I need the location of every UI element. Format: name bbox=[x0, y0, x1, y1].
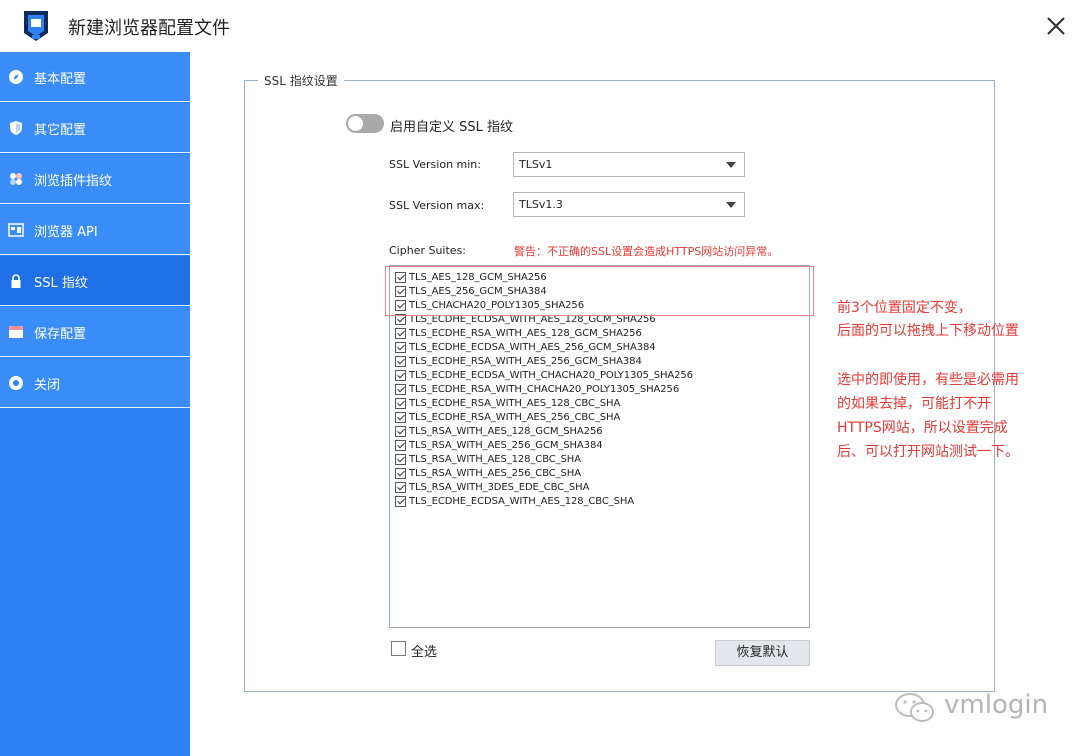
cipher-checkbox[interactable] bbox=[395, 342, 406, 353]
save-icon bbox=[9, 326, 23, 338]
ssl-version-min-value: TLSv1 bbox=[519, 158, 553, 171]
ssl-version-min-select[interactable]: TLSv1 bbox=[513, 152, 745, 177]
close-icon[interactable] bbox=[1040, 10, 1072, 42]
custom-ssl-toggle[interactable] bbox=[346, 114, 384, 133]
cipher-name: TLS_ECDHE_ECDSA_WITH_AES_128_GCM_SHA256 bbox=[409, 314, 656, 325]
cipher-name: TLS_RSA_WITH_3DES_EDE_CBC_SHA bbox=[409, 482, 590, 493]
sidebar-item-label: 浏览器 API bbox=[34, 225, 98, 240]
cipher-name: TLS_AES_128_GCM_SHA256 bbox=[409, 272, 547, 283]
ssl-version-min-label: SSL Version min: bbox=[389, 158, 481, 171]
cipher-name: TLS_AES_256_GCM_SHA384 bbox=[409, 286, 547, 297]
sidebar-item-basic[interactable]: 基本配置 bbox=[0, 52, 190, 102]
sidebar-item-label: 关闭 bbox=[34, 378, 61, 393]
plugin-icon bbox=[10, 173, 22, 185]
sidebar-item-other[interactable]: 其它配置 bbox=[0, 103, 190, 153]
sidebar-item-browser-api[interactable]: 浏览器 API bbox=[0, 205, 190, 255]
sidebar-item-label: 基本配置 bbox=[34, 72, 87, 87]
sidebar: 基本配置 其它配置 浏览插件指纹 浏览器 API SSL 指纹 保存配置 关闭 bbox=[0, 52, 190, 756]
cipher-checkbox[interactable] bbox=[395, 370, 406, 381]
shield-icon bbox=[10, 121, 22, 135]
cipher-checkbox[interactable] bbox=[395, 314, 406, 325]
cipher-name: TLS_CHACHA20_POLY1305_SHA256 bbox=[409, 300, 584, 311]
checkbox-box bbox=[391, 641, 406, 656]
cipher-checkbox[interactable] bbox=[395, 496, 406, 507]
cipher-name: TLS_ECDHE_ECDSA_WITH_CHACHA20_POLY1305_S… bbox=[409, 370, 693, 381]
select-all-label: 全选 bbox=[411, 645, 438, 660]
watermark-text: vmlogin bbox=[944, 690, 1049, 720]
cipher-checkbox[interactable] bbox=[395, 426, 406, 437]
annotation-line-4: 的如果去掉，可能打不开 bbox=[837, 396, 991, 412]
cipher-suites-label: Cipher Suites: bbox=[389, 244, 467, 257]
cipher-checkbox[interactable] bbox=[395, 384, 406, 395]
cipher-checkbox[interactable] bbox=[395, 300, 406, 311]
cipher-checkbox[interactable] bbox=[395, 286, 406, 297]
sidebar-item-label: 浏览插件指纹 bbox=[34, 174, 113, 189]
cipher-suites-list[interactable]: TLS_AES_128_GCM_SHA256 TLS_AES_256_GCM_SH… bbox=[389, 265, 810, 628]
sidebar-item-ssl-fingerprint[interactable]: SSL 指纹 bbox=[0, 256, 190, 306]
title-bar: 新建浏览器配置文件 bbox=[0, 0, 1080, 52]
cipher-name: TLS_ECDHE_ECDSA_WITH_AES_128_CBC_SHA bbox=[409, 496, 635, 507]
toggle-knob bbox=[348, 116, 363, 131]
chevron-down-icon bbox=[726, 162, 736, 168]
annotation-line-1: 前3个位置固定不变， bbox=[837, 300, 972, 316]
window-title: 新建浏览器配置文件 bbox=[68, 18, 230, 39]
cipher-checkbox[interactable] bbox=[395, 398, 406, 409]
sidebar-item-label: 其它配置 bbox=[34, 123, 87, 138]
cipher-name: TLS_RSA_WITH_AES_256_GCM_SHA384 bbox=[409, 440, 603, 451]
annotation-line-6: 后、可以打开网站测试一下。 bbox=[837, 444, 1019, 460]
ssl-version-max-select[interactable]: TLSv1.3 bbox=[513, 192, 745, 217]
cipher-checkbox[interactable] bbox=[395, 356, 406, 367]
ssl-version-max-label: SSL Version max: bbox=[389, 199, 485, 212]
cipher-checkbox[interactable] bbox=[395, 412, 406, 423]
wechat-icon bbox=[895, 693, 934, 722]
cipher-name: TLS_ECDHE_ECDSA_WITH_AES_256_GCM_SHA384 bbox=[409, 342, 656, 353]
cipher-checkbox[interactable] bbox=[395, 482, 406, 493]
cipher-name: TLS_RSA_WITH_AES_128_CBC_SHA bbox=[409, 454, 581, 465]
annotation-line-2: 后面的可以拖拽上下移动位置 bbox=[837, 323, 1019, 339]
cipher-name: TLS_RSA_WITH_AES_256_CBC_SHA bbox=[409, 468, 581, 479]
annotation-line-5: HTTPS网站，所以设置完成 bbox=[837, 420, 1008, 436]
custom-ssl-toggle-label: 启用自定义 SSL 指纹 bbox=[390, 120, 514, 135]
cipher-checkbox[interactable] bbox=[395, 454, 406, 465]
sidebar-item-plugin-fingerprint[interactable]: 浏览插件指纹 bbox=[0, 154, 190, 204]
lock-icon bbox=[11, 274, 21, 288]
cipher-name: TLS_ECDHE_RSA_WITH_AES_128_CBC_SHA bbox=[409, 398, 621, 409]
annotation-line-3: 选中的即使用，有些是必需用 bbox=[837, 372, 1019, 388]
ssl-settings-legend: SSL 指纹设置 bbox=[258, 72, 344, 89]
cipher-checkbox[interactable] bbox=[395, 272, 406, 283]
cipher-checkbox[interactable] bbox=[395, 468, 406, 479]
ssl-warning-text: 警告：不正确的SSL设置会造成HTTPS网站访问异常。 bbox=[514, 245, 779, 258]
ssl-version-max-value: TLSv1.3 bbox=[519, 198, 563, 211]
cipher-checkbox[interactable] bbox=[395, 328, 406, 339]
cipher-checkbox[interactable] bbox=[395, 440, 406, 451]
chevron-down-icon bbox=[726, 202, 736, 208]
cipher-name: TLS_ECDHE_RSA_WITH_AES_256_GCM_SHA384 bbox=[409, 356, 642, 367]
sidebar-item-save[interactable]: 保存配置 bbox=[0, 307, 190, 357]
sidebar-item-close[interactable]: 关闭 bbox=[0, 358, 190, 408]
api-icon bbox=[8, 223, 24, 237]
cipher-name: TLS_RSA_WITH_AES_128_GCM_SHA256 bbox=[409, 426, 603, 437]
sidebar-item-label: SSL 指纹 bbox=[34, 276, 88, 291]
restore-default-button[interactable]: 恢复默认 bbox=[715, 640, 810, 666]
cipher-name: TLS_ECDHE_RSA_WITH_CHACHA20_POLY1305_SHA… bbox=[409, 384, 680, 395]
cipher-name: TLS_ECDHE_RSA_WITH_AES_256_CBC_SHA bbox=[409, 412, 621, 423]
power-icon bbox=[9, 376, 23, 390]
compass-icon bbox=[9, 70, 23, 84]
app-logo-icon bbox=[24, 11, 48, 41]
sidebar-item-label: 保存配置 bbox=[34, 327, 87, 342]
cipher-name: TLS_ECDHE_RSA_WITH_AES_128_GCM_SHA256 bbox=[409, 328, 642, 339]
